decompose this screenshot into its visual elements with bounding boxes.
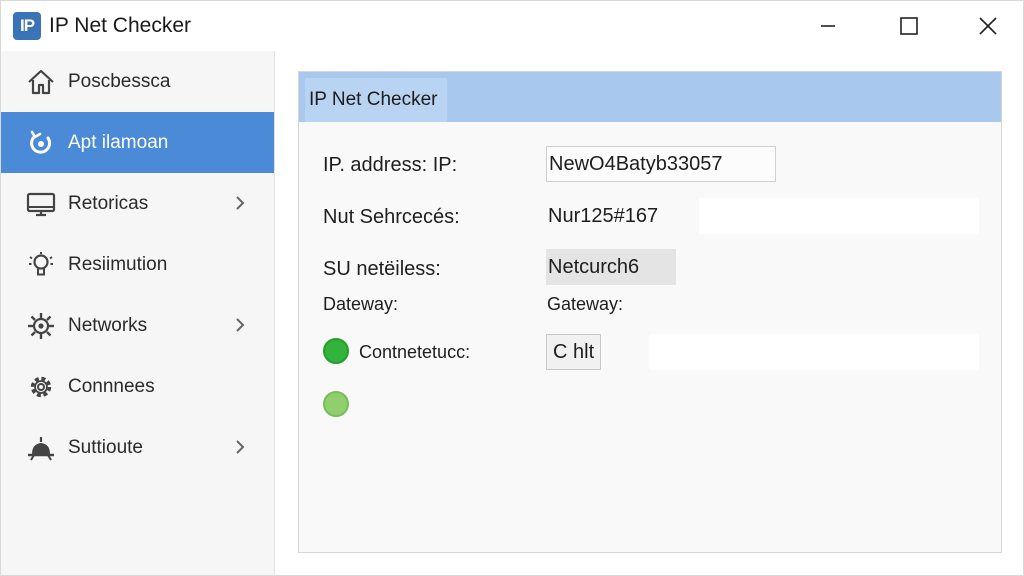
- app-logo-icon: IP: [13, 12, 41, 40]
- app-window: IP IP Net Checker Poscbessca Apt ilamoan: [0, 0, 1024, 576]
- subnet-label: SU netëiless:: [323, 258, 441, 280]
- sidebar-item-label: Apt ilamoan: [68, 131, 169, 153]
- nut-services-label: Nut Sehrcecés:: [323, 206, 460, 228]
- network-gear-icon: [25, 310, 57, 342]
- connection-status-indicator: [323, 338, 349, 364]
- minimize-icon: [821, 25, 835, 27]
- panel-header: IP Net Checker: [299, 72, 1001, 122]
- minimize-button[interactable]: [798, 1, 858, 51]
- close-icon: [979, 17, 997, 35]
- sidebar-item-suttioute[interactable]: Suttioute: [1, 417, 274, 478]
- close-button[interactable]: [958, 1, 1018, 51]
- title-bar: IP IP Net Checker: [1, 1, 1023, 51]
- nut-services-value[interactable]: Nur125#167: [546, 198, 746, 234]
- refresh-icon: [25, 127, 57, 159]
- home-icon: [25, 66, 57, 98]
- sidebar-item-label: Networks: [68, 314, 148, 336]
- sidebar-item-label: Resiimution: [68, 253, 168, 275]
- tab-ip-net-checker[interactable]: IP Net Checker: [305, 78, 448, 122]
- sidebar-item-label: Connnees: [68, 375, 155, 397]
- monitor-icon: [25, 188, 57, 220]
- check-result-bg: [649, 334, 979, 370]
- sidebar-item-retoricas[interactable]: Retoricas: [1, 173, 274, 234]
- gateway-value: Gateway:: [547, 294, 624, 314]
- checker-panel: IP Net Checker IP. address: IP: NewO4Bat…: [298, 71, 1002, 553]
- sidebar-item-label: Poscbessca: [68, 70, 171, 92]
- lightbulb-icon: [25, 249, 57, 281]
- ip-address-field[interactable]: NewO4Batyb33057: [546, 146, 776, 182]
- sidebar-item-label: Retoricas: [68, 192, 149, 214]
- sidebar-item-connnees[interactable]: Connnees: [1, 356, 274, 417]
- sidebar-item-label: Suttioute: [68, 436, 143, 458]
- dateway-label: Dateway:: [323, 294, 399, 314]
- chevron-right-icon: [236, 318, 245, 332]
- maximize-button[interactable]: [879, 1, 939, 51]
- bell-icon: [25, 432, 57, 464]
- chevron-right-icon: [236, 196, 245, 210]
- check-button[interactable]: C hlt: [546, 334, 602, 370]
- sidebar-item-poscbessca[interactable]: Poscbessca: [1, 51, 274, 112]
- secondary-status-indicator: [323, 391, 349, 417]
- sidebar-item-networks[interactable]: Networks: [1, 295, 274, 356]
- gear-icon: [25, 371, 57, 403]
- ip-address-label: IP. address: IP:: [323, 154, 458, 176]
- maximize-icon: [900, 17, 918, 35]
- window-title: IP Net Checker: [49, 14, 192, 37]
- sidebar-item-apt-ilamoan[interactable]: Apt ilamoan: [1, 112, 274, 173]
- connection-status-label: Contnetetucc:: [359, 342, 471, 362]
- sidebar-item-resiimution[interactable]: Resiimution: [1, 234, 274, 295]
- chevron-right-icon: [236, 440, 245, 454]
- sidebar: Poscbessca Apt ilamoan Retoricas Resiimu…: [1, 51, 275, 575]
- subnet-value[interactable]: Netcurch6: [546, 249, 676, 285]
